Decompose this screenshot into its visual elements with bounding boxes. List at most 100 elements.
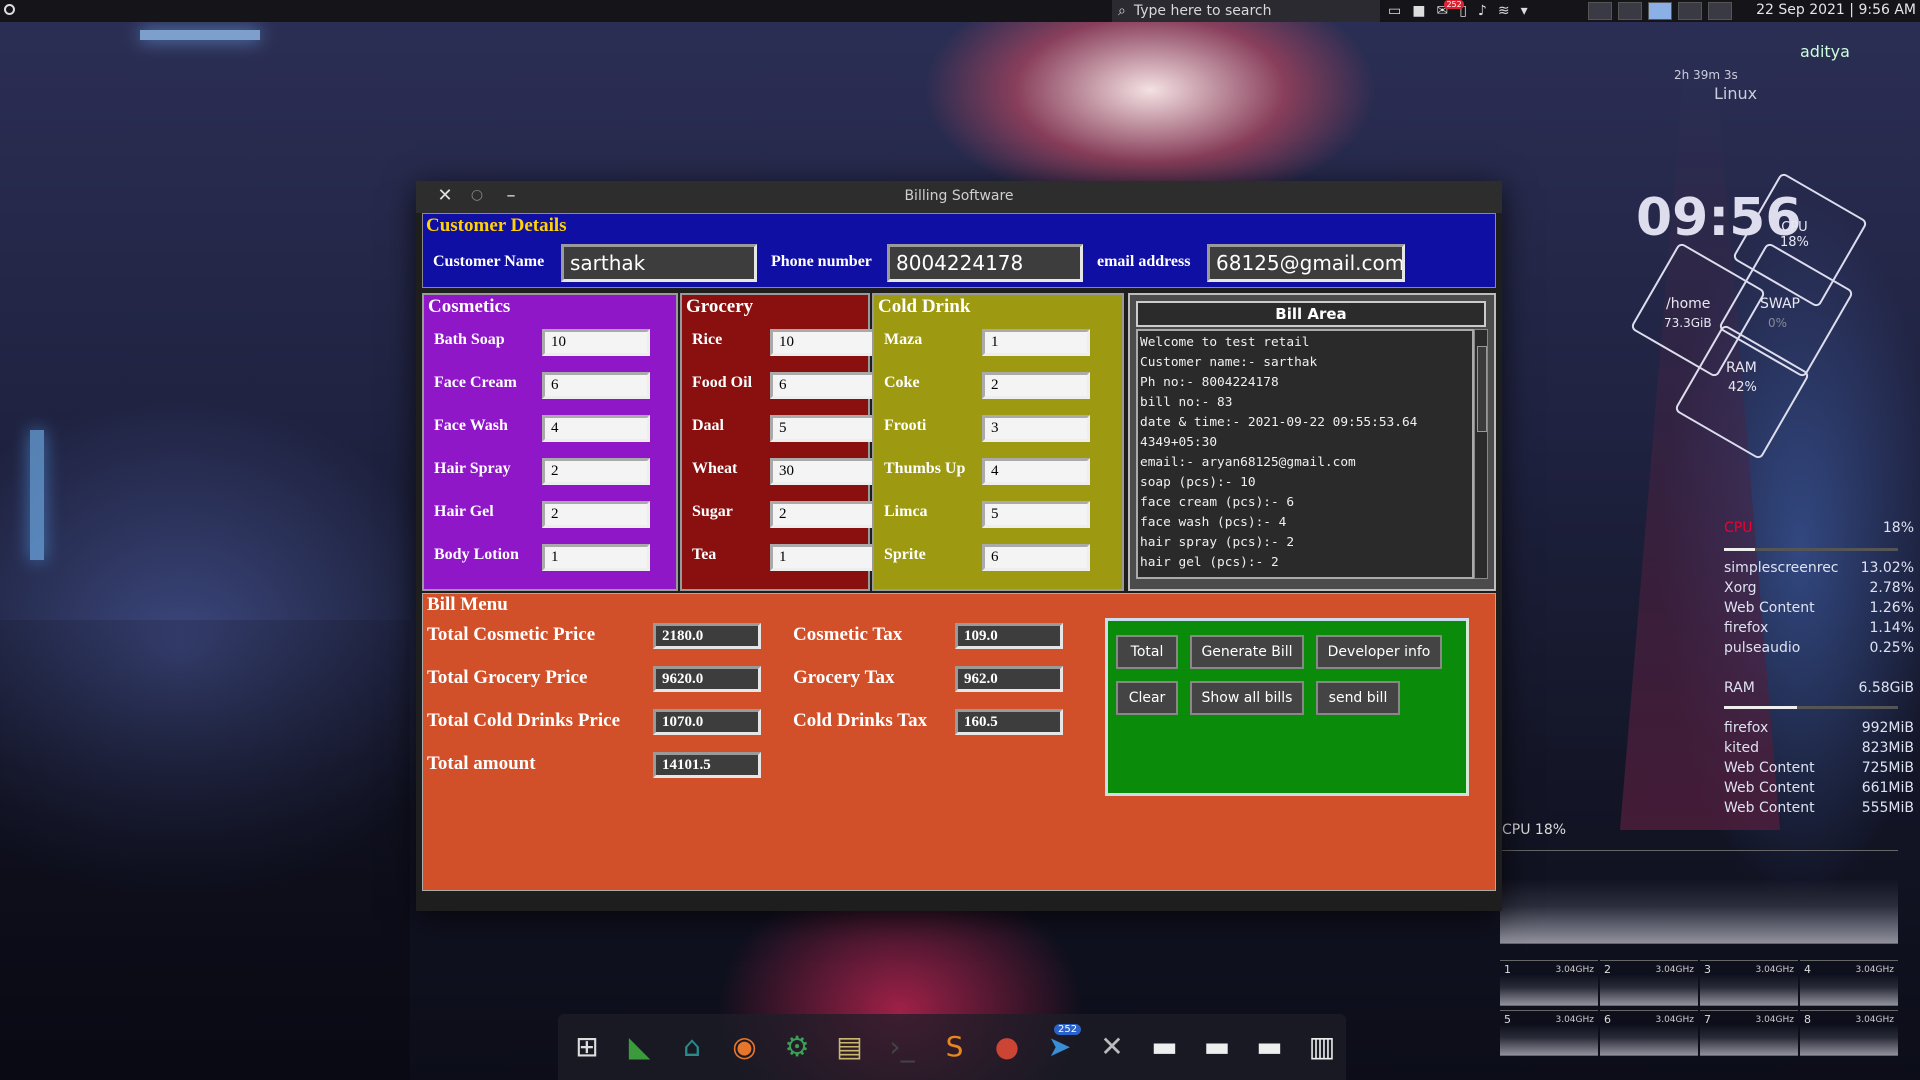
wallpaper-building — [0, 620, 410, 1080]
phone-label: Phone number — [771, 253, 872, 270]
send-bill-button[interactable]: send bill — [1316, 681, 1400, 715]
grocery-tax-label: Grocery Tax — [793, 667, 895, 688]
workspace-5[interactable] — [1708, 2, 1732, 20]
process-value: 992MiB — [1861, 720, 1914, 736]
workspace-2[interactable] — [1618, 2, 1642, 20]
trash-icon[interactable]: ▥ — [1303, 1028, 1341, 1066]
folder-icon[interactable]: ▬ — [1198, 1028, 1236, 1066]
total-grocery-label: Total Grocery Price — [427, 667, 588, 688]
total-amount-label: Total amount — [427, 753, 536, 774]
grocery-item-label: Wheat — [692, 460, 738, 477]
cosmetic-tax-field[interactable]: 109.0 — [955, 623, 1063, 649]
process-value: 2.78% — [1869, 580, 1914, 596]
total-cold-field[interactable]: 1070.0 — [653, 709, 761, 735]
ram-label: RAM — [1724, 680, 1755, 696]
grocery-item-qty-field[interactable]: 5 — [770, 415, 878, 442]
process-value: 725MiB — [1861, 760, 1914, 776]
cold-tax-label: Cold Drinks Tax — [793, 710, 928, 731]
total-amount-field[interactable]: 14101.5 — [653, 752, 761, 778]
cold-drink-frame: Cold Drink Maza 1 Coke 2 Frooti 3 Thumbs Up 4 Li… — [872, 293, 1124, 591]
system-monitor-icon[interactable]: ◣ — [621, 1028, 659, 1066]
bill-line: Welcome to test retail — [1140, 335, 1310, 350]
cpu-bar — [1724, 548, 1898, 551]
clear-button[interactable]: Clear — [1116, 681, 1178, 715]
top-clock[interactable]: 22 Sep 2021 | 9:56 AM — [1756, 2, 1916, 18]
x-icon[interactable]: ✕ — [1093, 1028, 1131, 1066]
cosmetic-item-qty-field[interactable]: 10 — [542, 329, 650, 356]
process-value: 1.26% — [1869, 600, 1914, 616]
cosmetic-item-qty-field[interactable]: 6 — [542, 372, 650, 399]
process-name: Web Content — [1724, 600, 1815, 616]
bill-line: face cream (pcs):- 6 — [1140, 495, 1295, 510]
phone-field[interactable]: 8004224178 — [887, 244, 1083, 282]
core-number: 8 — [1804, 1013, 1811, 1026]
grocery-item-qty-field[interactable]: 30 — [770, 458, 878, 485]
files-icon[interactable]: ▤ — [831, 1028, 869, 1066]
bill-area-title: Bill Area — [1136, 301, 1486, 327]
bill-line: Ph no:- 8004224178 — [1140, 375, 1279, 390]
window-title: Billing Software — [904, 188, 1014, 204]
grocery-item-qty-field[interactable]: 6 — [770, 372, 878, 399]
workspace-3[interactable] — [1648, 2, 1672, 20]
ram-bar-fill — [1724, 706, 1798, 709]
scrollbar-thumb[interactable] — [1477, 346, 1487, 432]
cosmetic-item-qty-field[interactable]: 1 — [542, 544, 650, 571]
bill-textbox[interactable]: Welcome to test retail Customer name:- sa… — [1136, 329, 1474, 579]
wifi-icon[interactable]: ≋ — [1498, 3, 1510, 19]
process-row: Web Content 725MiB — [1724, 760, 1914, 776]
bill-line: 4349+05:30 — [1140, 435, 1218, 450]
cold-drink-item-qty-field[interactable]: 6 — [982, 544, 1090, 571]
notification-icon[interactable]: ✉ 252 — [1436, 0, 1464, 19]
billing-window: ✕ ○ – Billing Software Customer Details … — [416, 181, 1502, 911]
app-grid-icon[interactable]: ⊞ — [568, 1028, 606, 1066]
system-tray: ▭ ■ ✉ 252 ▯ ♪ ≋ ▾ — [1388, 0, 1528, 22]
process-value: 555MiB — [1861, 800, 1914, 816]
firefox-icon[interactable]: ◉ — [726, 1028, 764, 1066]
camera-icon[interactable]: ■ — [1412, 3, 1425, 19]
cold-drink-item-qty-field[interactable]: 5 — [982, 501, 1090, 528]
grocery-item-qty-field[interactable]: 10 — [770, 329, 878, 356]
cosmetic-item-label: Hair Spray — [434, 460, 511, 477]
cold-drink-item-qty-field[interactable]: 4 — [982, 458, 1090, 485]
grocery-item-qty-field[interactable]: 2 — [770, 501, 878, 528]
email-field[interactable]: 68125@gmail.com — [1207, 244, 1405, 282]
volume-icon[interactable]: ♪ — [1478, 3, 1487, 19]
cold-drink-item-qty-field[interactable]: 3 — [982, 415, 1090, 442]
total-grocery-field[interactable]: 9620.0 — [653, 666, 761, 692]
total-cosmetic-field[interactable]: 2180.0 — [653, 623, 761, 649]
process-name: firefox — [1724, 620, 1769, 636]
home-label: /home — [1666, 296, 1711, 312]
sublime-icon[interactable]: S — [936, 1028, 974, 1066]
bill-line: face wash (pcs):- 4 — [1140, 515, 1287, 530]
screen-icon[interactable]: ▭ — [1388, 3, 1401, 19]
workspace-1[interactable] — [1588, 2, 1612, 20]
terminal-icon[interactable]: ›_ — [883, 1028, 921, 1066]
chevron-down-icon[interactable]: ▾ — [1521, 3, 1528, 19]
customer-name-field[interactable]: sarthak — [561, 244, 757, 282]
core-frequency: 3.04GHz — [1755, 1015, 1794, 1025]
cosmetic-item-qty-field[interactable]: 2 — [542, 501, 650, 528]
generate-bill-button[interactable]: Generate Bill — [1190, 635, 1304, 669]
total-button[interactable]: Total — [1116, 635, 1178, 669]
cosmetic-item-qty-field[interactable]: 2 — [542, 458, 650, 485]
process-name: simplescreenrec — [1724, 560, 1839, 576]
bill-scrollbar[interactable] — [1474, 329, 1488, 579]
cold-drink-item-qty-field[interactable]: 1 — [982, 329, 1090, 356]
store-icon[interactable]: ⌂ — [673, 1028, 711, 1066]
folder-icon[interactable]: ▬ — [1146, 1028, 1184, 1066]
cosmetic-item-qty-field[interactable]: 4 — [542, 415, 650, 442]
cold-tax-field[interactable]: 160.5 — [955, 709, 1063, 735]
show-all-bills-button[interactable]: Show all bills — [1190, 681, 1304, 715]
dock: ⊞ ◣ ⌂ ◉ ⚙ ▤ ›_ S ● ➤ ✕ ▬ ▬ ▬ ▥ 252 — [558, 1014, 1346, 1080]
bill-line: date & time:- 2021-09-22 09:55:53.64 — [1140, 415, 1418, 430]
search-input[interactable]: ⌕ Type here to search — [1112, 0, 1380, 22]
developer-info-button[interactable]: Developer info — [1316, 635, 1442, 669]
grocery-item-qty-field[interactable]: 1 — [770, 544, 878, 571]
workspace-4[interactable] — [1678, 2, 1702, 20]
grocery-tax-field[interactable]: 962.0 — [955, 666, 1063, 692]
cold-drink-item-qty-field[interactable]: 2 — [982, 372, 1090, 399]
settings-icon[interactable]: ⚙ — [778, 1028, 816, 1066]
activities-circle-icon[interactable] — [4, 4, 15, 15]
recorder-icon[interactable]: ● — [988, 1028, 1026, 1066]
folder-icon[interactable]: ▬ — [1251, 1028, 1289, 1066]
